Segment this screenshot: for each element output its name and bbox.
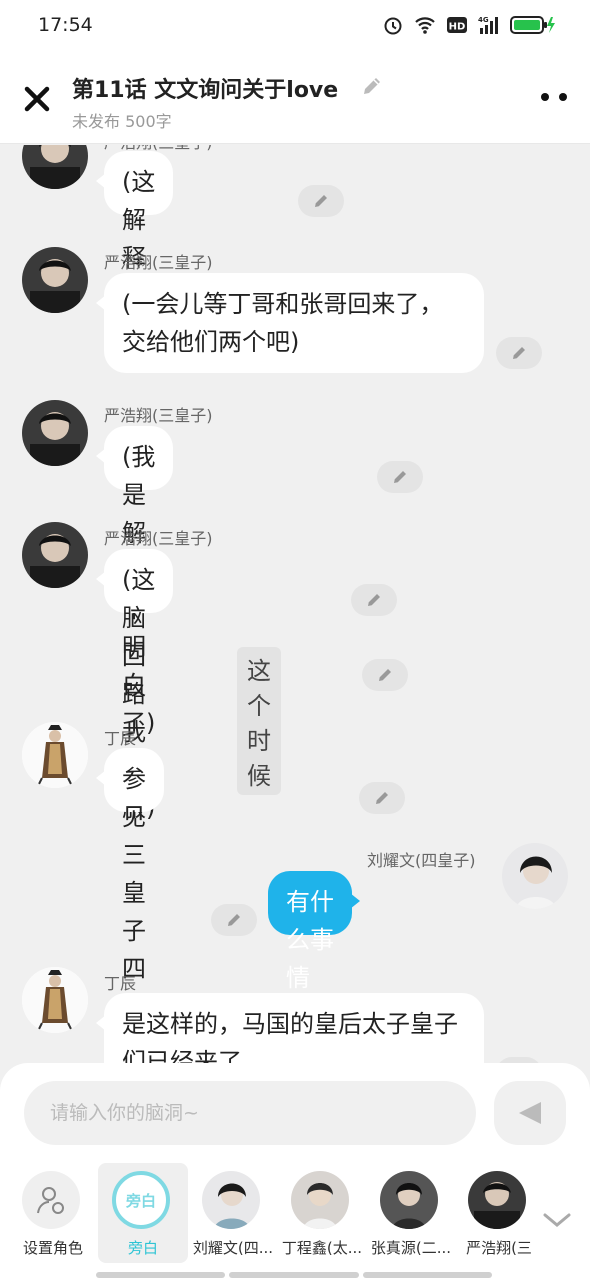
- composer-bar: 请输入你的脑洞~: [0, 1063, 590, 1163]
- message-bubble[interactable]: (一会儿等丁哥和张哥回来了，交给他们两个吧): [96, 273, 484, 373]
- avatar[interactable]: [22, 522, 88, 588]
- wifi-icon: [415, 17, 435, 34]
- pencil-icon: [315, 195, 327, 207]
- speaker-name: 丁辰: [104, 729, 137, 748]
- avatar[interactable]: [22, 967, 88, 1033]
- avatar: [468, 1171, 526, 1229]
- hd-icon: HD: [447, 17, 467, 33]
- speaker-name: 丁辰: [104, 974, 137, 993]
- edit-message-button[interactable]: [351, 584, 397, 616]
- header: 第11话 文文询问关于love 未发布 500字: [0, 52, 590, 144]
- send-button[interactable]: [494, 1081, 566, 1145]
- speaker-name: 刘耀文(四皇子): [367, 851, 476, 870]
- avatar: [22, 1171, 80, 1229]
- role-selector: 设置角色 旁白 旁白 刘耀文(四... 丁程鑫(太... 张真源(二... 严浩…: [0, 1163, 590, 1280]
- message-bubble[interactable]: 有什么事情吗？: [268, 871, 360, 1030]
- narration-text[interactable]: 这个时候: [237, 647, 281, 795]
- edit-message-button[interactable]: [496, 337, 542, 369]
- role-label: 严浩翔(三: [466, 1239, 532, 1257]
- edit-title-icon[interactable]: [360, 74, 384, 98]
- battery-charging-icon: [510, 16, 555, 34]
- chevron-down-icon[interactable]: [540, 1203, 574, 1237]
- user-settings-icon: [37, 1187, 64, 1214]
- speaker-name: 严浩翔(三皇子): [104, 406, 213, 425]
- edit-message-button[interactable]: [362, 659, 408, 691]
- more-options-icon[interactable]: [540, 92, 568, 102]
- status-bar: 17:54 HD 4G: [0, 0, 590, 52]
- pencil-icon: [368, 594, 380, 606]
- message-bubble[interactable]: 是这样的，马国的皇后太子皇子们已经来了: [96, 993, 484, 1065]
- avatar: [291, 1171, 349, 1229]
- role-liu-yaowen[interactable]: 刘耀文(四...: [188, 1163, 278, 1263]
- 4g-signal-icon: 4G: [478, 16, 498, 34]
- role-label: 丁程鑫(太...: [281, 1239, 363, 1257]
- edit-message-button[interactable]: [211, 904, 257, 936]
- close-icon[interactable]: [20, 82, 54, 116]
- role-label: 旁白: [127, 1239, 158, 1257]
- role-yan-haoxiang[interactable]: 严浩翔(三: [454, 1163, 544, 1263]
- role-set-character[interactable]: 设置角色: [8, 1163, 98, 1263]
- role-label: 刘耀文(四...: [192, 1239, 274, 1257]
- status-icons: HD 4G: [382, 14, 556, 36]
- page-title: 第11话 文文询问关于love: [72, 78, 339, 103]
- message-input[interactable]: 请输入你的脑洞~: [24, 1081, 476, 1145]
- message-bubble[interactable]: (这脑回路我佩服): [95, 549, 174, 822]
- role-ding-chengxin[interactable]: 丁程鑫(太...: [277, 1163, 367, 1263]
- avatar[interactable]: [22, 145, 88, 189]
- publish-status: 未发布 500字: [72, 112, 172, 131]
- speaker-name: 严浩翔(三皇子): [104, 529, 213, 548]
- message-bubble[interactable]: (这解释不了): [95, 151, 174, 348]
- svg-text:4G: 4G: [478, 16, 489, 24]
- role-zhang-zhenyuan[interactable]: 张真源(二...: [366, 1163, 456, 1263]
- chat-list[interactable]: 严浩翔(三皇子) (这解释不了) 严浩翔(三皇子) (一会儿等丁哥和张哥回来了，…: [0, 145, 590, 1065]
- pencil-icon: [376, 792, 388, 804]
- send-icon: [519, 1102, 541, 1124]
- avatar[interactable]: [22, 247, 88, 313]
- edit-message-button[interactable]: [359, 782, 405, 814]
- avatar[interactable]: [22, 722, 88, 788]
- status-time: 17:54: [38, 14, 93, 36]
- alarm-icon: [384, 17, 402, 35]
- role-label: 设置角色: [22, 1239, 83, 1257]
- message-bubble[interactable]: 参见三皇子四皇子: [96, 748, 164, 1059]
- svg-text:HD: HD: [449, 22, 466, 33]
- pencil-icon: [228, 914, 240, 926]
- avatar: [202, 1171, 260, 1229]
- pencil-icon: [394, 471, 406, 483]
- avatar[interactable]: [22, 400, 88, 466]
- avatar[interactable]: [502, 843, 568, 909]
- pencil-icon: [513, 347, 525, 359]
- message-bubble[interactable]: (我是解释不明白了): [95, 426, 174, 737]
- scroll-indicator: [96, 1272, 492, 1278]
- edit-message-button[interactable]: [298, 185, 344, 217]
- avatar: [380, 1171, 438, 1229]
- role-narrator[interactable]: 旁白 旁白: [98, 1163, 188, 1263]
- edit-message-button[interactable]: [377, 461, 423, 493]
- role-label: 张真源(二...: [370, 1239, 452, 1257]
- pencil-icon: [379, 669, 391, 681]
- speaker-name: 严浩翔(三皇子): [104, 253, 213, 272]
- narrator-avatar: 旁白: [112, 1171, 170, 1229]
